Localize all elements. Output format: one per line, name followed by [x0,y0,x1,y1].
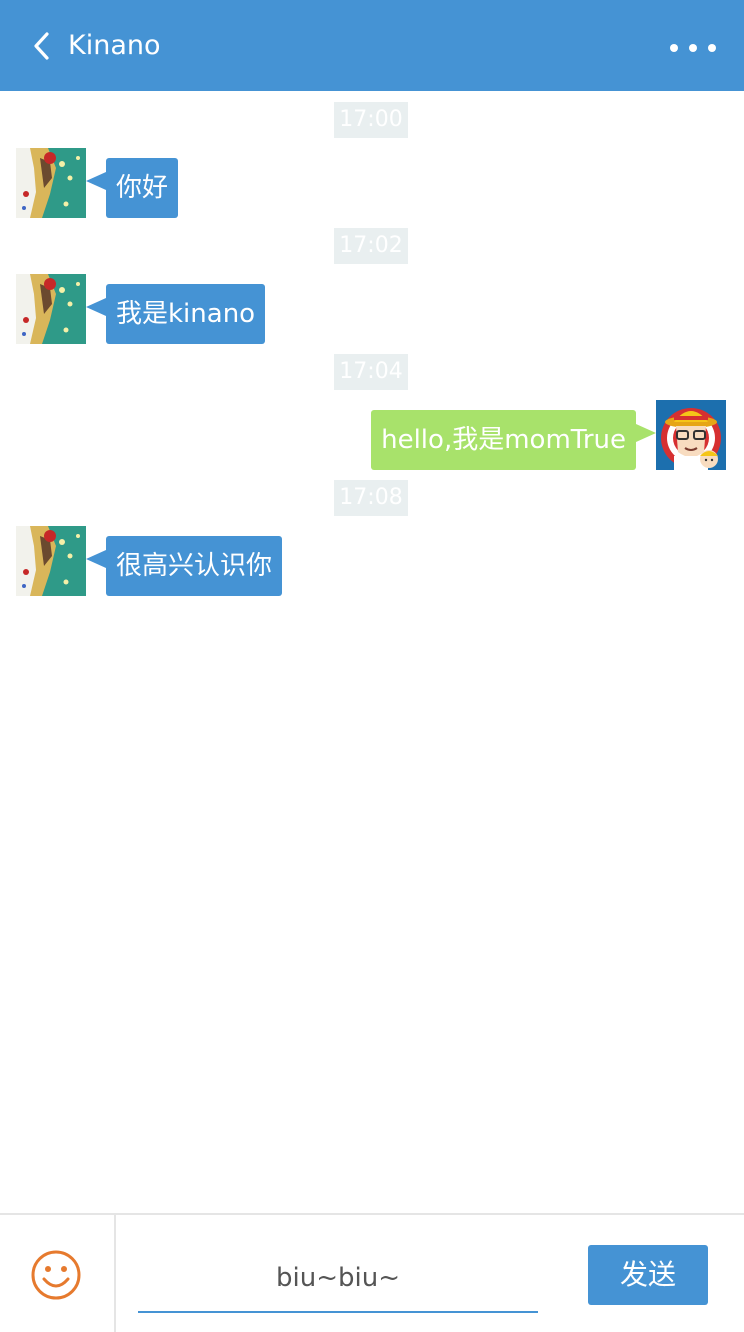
chat-title: Kinano [68,30,161,61]
back-button[interactable] [28,28,58,64]
message-time: 17:04 [334,354,408,390]
message-input[interactable] [138,1245,538,1313]
chat-header: Kinano [0,0,744,91]
input-bar: 发送 [0,1213,744,1332]
send-button[interactable]: 发送 [588,1245,708,1305]
chevron-left-icon [34,32,49,60]
message-time: 17:00 [334,102,408,138]
emoji-button[interactable] [0,1215,116,1332]
anime-avatar-icon [16,274,86,344]
self-avatar[interactable] [656,400,726,470]
more-dot [689,44,697,52]
message-bubble[interactable]: 很高兴认识你 [85,536,283,596]
cartoon-avatar-icon [656,400,726,470]
message-time: 17:02 [334,228,408,264]
anime-avatar-icon [16,526,86,596]
message-list[interactable]: 17:00 你好 17:02 我是kinano 17:04 hello,我是mo… [0,91,744,1213]
anime-avatar-icon [16,148,86,218]
message-bubble[interactable]: 你好 [85,158,179,218]
message-bubble-self[interactable]: hello,我是momTrue [371,410,656,470]
message-bubble[interactable]: 我是kinano [85,284,266,344]
contact-avatar[interactable] [16,526,86,596]
chat-app: Kinano 17:00 你好 17:02 我是kinano 17:04 hel… [0,0,744,1332]
contact-avatar[interactable] [16,148,86,218]
message-time: 17:08 [334,480,408,516]
contact-avatar[interactable] [16,274,86,344]
more-dot [708,44,716,52]
smiley-icon [31,1250,81,1300]
more-options-button[interactable] [670,34,716,60]
more-dots-icon [670,44,678,52]
